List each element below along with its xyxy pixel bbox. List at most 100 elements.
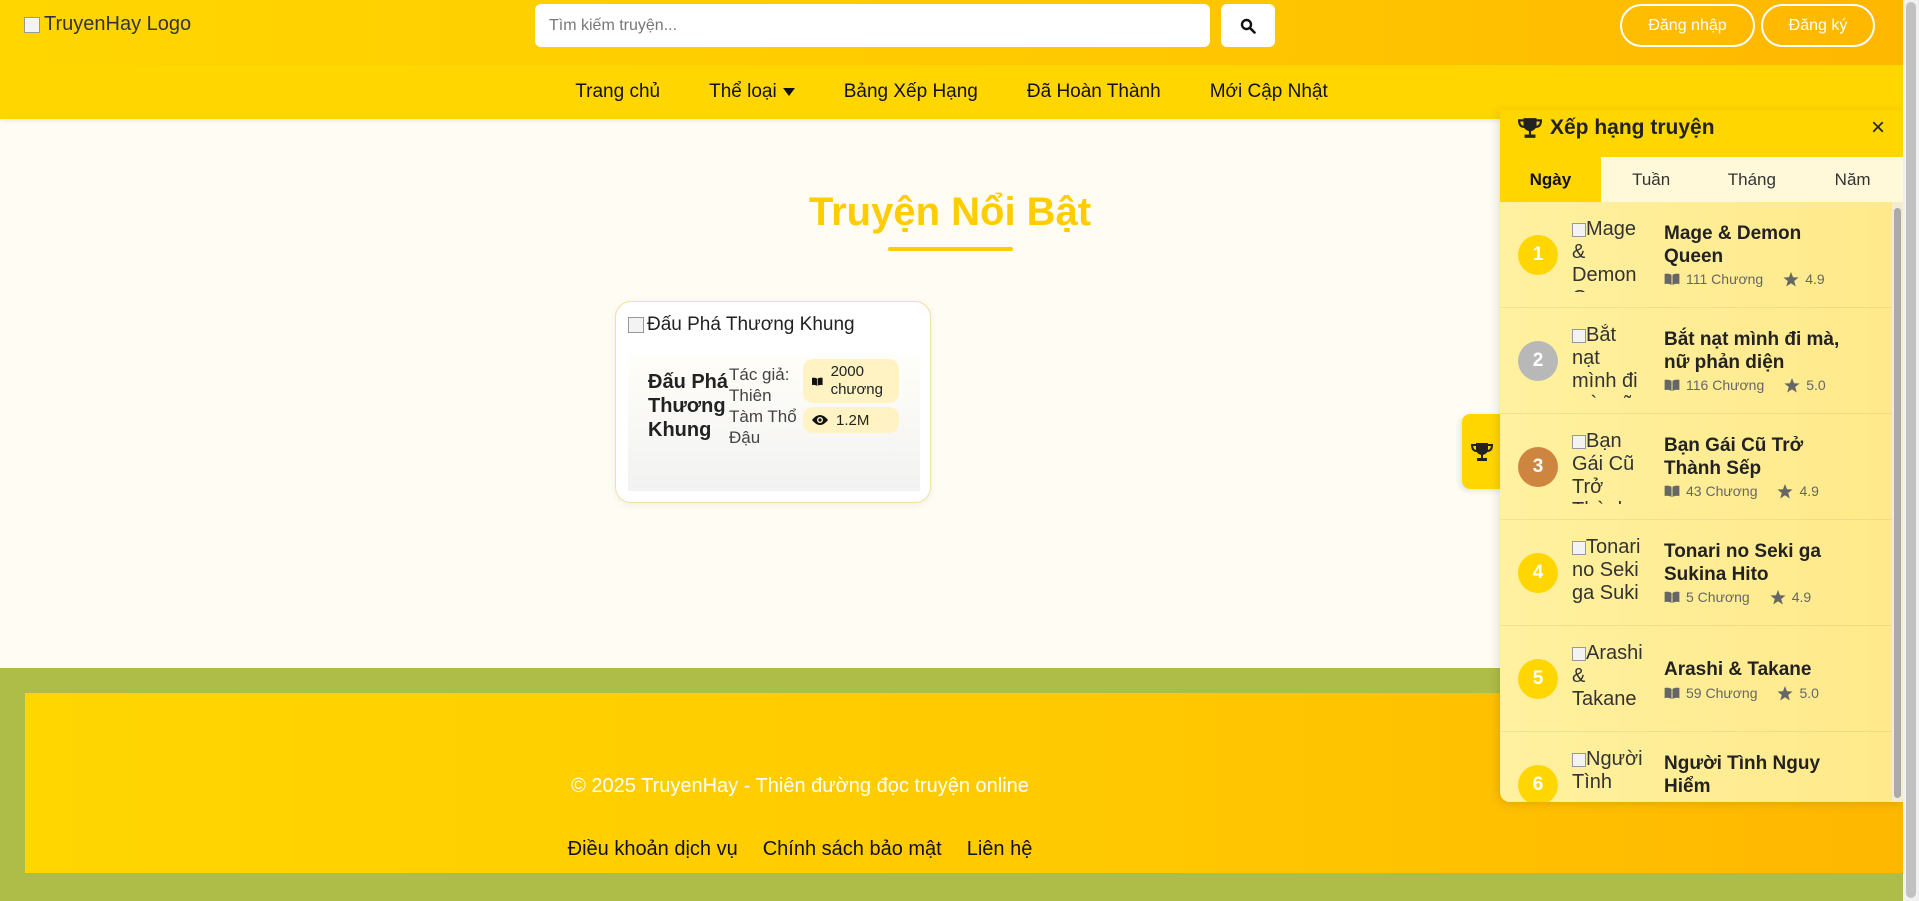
broken-image-icon [1572,434,1586,449]
logo-alt-text: TruyenHay Logo [44,13,192,35]
book-open-icon [812,377,823,386]
ranking-tabs: Ngày Tuần Tháng Năm [1500,157,1903,202]
rank-badge: 1 [1518,235,1558,275]
nav-item-ranking[interactable]: Bảng Xếp Hạng [844,81,978,103]
ranking-rating: 4.9 [1805,271,1825,287]
star-icon [1770,589,1786,604]
ranking-title-text[interactable]: Mage & Demon Queen [1664,222,1864,268]
chapter-count-badge: 2000 chương [803,359,899,403]
ranking-title-text[interactable]: Arashi & Takane [1664,658,1864,681]
tab-month[interactable]: Tháng [1702,157,1803,202]
rank-badge: 4 [1518,553,1558,593]
view-count: 1.2M [836,411,870,429]
rank-badge: 5 [1518,659,1558,699]
register-label: Đăng ký [1788,16,1848,34]
search-input[interactable]: Tìm kiếm truyện... [535,4,1210,47]
nav-completed-label: Đã Hoàn Thành [1026,81,1161,102]
site-logo[interactable]: TruyenHay Logo [24,13,191,36]
footer-link-privacy[interactable]: Chính sách bảo mật [763,838,942,861]
search-button[interactable] [1221,4,1275,47]
header-bar: TruyenHay Logo Tìm kiếm truyện... Đăng n… [0,0,1903,65]
ranking-title-text[interactable]: Tonari no Seki ga Sukina Hito [1664,540,1864,586]
story-title[interactable]: Đấu Phá Thương Khung [648,370,730,442]
copyright-text: © 2025 TruyenHay - Thiên đường đọc truyệ… [571,775,1029,797]
trophy-icon [1518,118,1542,138]
chapter-count: 2000 chương [830,363,883,398]
footer-links: Điều khoản dịch vụ Chính sách bảo mật Li… [25,838,1575,861]
ranking-cover[interactable]: Arashi & Takane [1572,642,1644,716]
featured-title: Truyện Nổi Bật [808,190,1092,234]
nav-item-completed[interactable]: Đã Hoàn Thành [1027,81,1161,103]
story-card[interactable]: Đấu Phá Thương Khung Đấu Phá Thương Khun… [615,301,931,503]
nav-updated-label: Mới Cập Nhật [1209,81,1328,102]
title-underline [888,247,1013,251]
nav-item-genres[interactable]: Thể loại [709,81,795,103]
ranking-rating: 4.9 [1799,483,1819,499]
book-icon [1664,273,1680,285]
ranking-item[interactable]: 4 Tonari no Seki ga Suki Tonari no Seki … [1500,520,1892,626]
eye-icon [812,415,828,425]
tab-year[interactable]: Năm [1802,157,1903,202]
ranking-meta: 59 Chương 5.0 [1664,685,1819,701]
rank-badge: 3 [1518,447,1558,487]
ranking-chapters: 43 Chương [1686,483,1758,499]
ranking-rating: 5.0 [1806,377,1826,393]
broken-image-icon [628,317,644,333]
ranking-item[interactable]: 5 Arashi & Takane Arashi & Takane 59 Chư… [1500,626,1892,732]
login-button[interactable]: Đăng nhập [1620,4,1755,47]
ranking-item[interactable]: 6 Người Tình Người Tình Nguy Hiểm [1500,732,1892,802]
ranking-item[interactable]: 3 Bạn Gái Cũ Trở Thành Bạn Gái Cũ Trở Th… [1500,414,1892,520]
star-icon [1777,483,1794,498]
close-icon[interactable]: × [1871,114,1885,142]
ranking-meta: 116 Chương 5.0 [1664,377,1826,393]
story-author: Tác giả: Thiên Tàm Thổ Đậu [729,365,797,447]
search-placeholder: Tìm kiếm truyện... [549,16,678,34]
caret-down-icon [782,88,795,96]
broken-image-icon [1572,328,1586,343]
footer-link-contact[interactable]: Liên hệ [967,838,1033,861]
star-icon [1777,685,1794,700]
ranking-cover[interactable]: Tonari no Seki ga Suki [1572,536,1644,610]
ranking-scrollbar-thumb[interactable] [1894,208,1901,798]
nav-item-updated[interactable]: Mới Cập Nhật [1210,81,1328,103]
footer-link-terms[interactable]: Điều khoản dịch vụ [568,838,738,861]
trophy-icon [1471,442,1493,461]
tab-week[interactable]: Tuần [1601,157,1702,202]
register-button[interactable]: Đăng ký [1761,4,1875,47]
broken-image-icon [1572,752,1586,767]
ranking-cover[interactable]: Mage & Demon Q [1572,218,1644,292]
star-icon [1784,377,1800,392]
ranking-chapters: 111 Chương [1686,271,1764,287]
ranking-panel: Xếp hạng truyện × Ngày Tuần Tháng Năm 1 … [1500,110,1903,802]
page-scrollbar-thumb[interactable] [1906,2,1916,898]
broken-image-icon [1572,540,1586,555]
ranking-title-text[interactable]: Bắt nạt mình đi mà, nữ phản diện [1664,328,1864,374]
ranking-header: Xếp hạng truyện [1518,116,1715,140]
nav-item-home[interactable]: Trang chủ [575,81,660,103]
ranking-toggle-button[interactable] [1462,414,1502,489]
ranking-list: 1 Mage & Demon Q Mage & Demon Queen 111 … [1500,202,1892,802]
broken-image-icon [1572,646,1586,661]
ranking-chapters: 59 Chương [1686,685,1758,701]
ranking-item[interactable]: 1 Mage & Demon Q Mage & Demon Queen 111 … [1500,202,1892,308]
ranking-meta: 5 Chương 4.9 [1664,589,1811,605]
ranking-chapters: 5 Chương [1686,589,1750,605]
search-icon [1240,18,1256,34]
nav-ranking-label: Bảng Xếp Hạng [843,81,978,102]
book-icon [1664,379,1680,391]
ranking-item[interactable]: 2 Bắt nạt mình đi mà, nữ Bắt nạt mình đi… [1500,308,1892,414]
ranking-cover[interactable]: Bắt nạt mình đi mà, nữ [1572,324,1644,398]
ranking-scrollbar[interactable] [1892,202,1903,802]
tab-day[interactable]: Ngày [1500,157,1601,202]
story-cover[interactable]: Đấu Phá Thương Khung [628,314,855,336]
nav-genres-label: Thể loại [709,81,777,102]
view-count-badge: 1.2M [803,407,899,433]
ranking-rating: 5.0 [1799,685,1819,701]
ranking-cover[interactable]: Bạn Gái Cũ Trở Thành [1572,430,1644,504]
story-card-body: Đấu Phá Thương Khung Tác giả: Thiên Tàm … [628,354,920,491]
ranking-rating: 4.9 [1791,589,1812,605]
page-scrollbar[interactable] [1903,0,1919,901]
ranking-title-text[interactable]: Người Tình Nguy Hiểm [1664,752,1864,798]
ranking-title-text[interactable]: Bạn Gái Cũ Trở Thành Sếp [1664,434,1864,480]
ranking-cover[interactable]: Người Tình [1572,748,1644,802]
